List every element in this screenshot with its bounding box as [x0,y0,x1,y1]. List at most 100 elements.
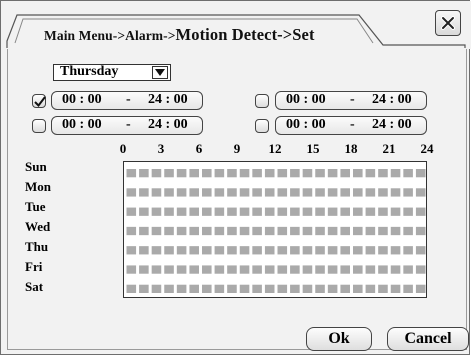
schedule-cell[interactable] [302,246,313,255]
schedule-cell[interactable] [239,246,250,255]
schedule-cell[interactable] [290,188,300,197]
schedule-cell[interactable] [252,207,262,216]
schedule-cell[interactable] [378,226,388,236]
schedule-cell[interactable] [176,207,187,216]
schedule-cell[interactable] [302,169,313,178]
schedule-cell[interactable] [164,226,174,236]
schedule-cell[interactable] [227,265,237,274]
schedule-cell[interactable] [277,246,288,255]
schedule-cell[interactable] [151,284,162,293]
schedule-cell[interactable] [390,226,401,236]
schedule-cell[interactable] [139,246,149,255]
period-3-time-range[interactable]: 00 : 00 - 24 : 00 [275,91,427,110]
schedule-grid[interactable] [123,161,427,298]
schedule-cell[interactable] [126,265,137,274]
schedule-cell[interactable] [239,188,250,197]
schedule-cell[interactable] [252,265,262,274]
schedule-cell[interactable] [189,207,199,216]
schedule-cell[interactable] [214,169,225,178]
period-2-time-range[interactable]: 00 : 00 - 24 : 00 [51,116,203,135]
schedule-cell[interactable] [264,284,275,293]
schedule-cell[interactable] [290,169,300,178]
schedule-cell[interactable] [227,207,237,216]
dropdown-arrow-button[interactable] [152,66,168,79]
schedule-cell[interactable] [164,265,174,274]
schedule-cell[interactable] [315,188,325,197]
schedule-cell[interactable] [227,284,237,293]
period-1-start[interactable]: 00 : 00 [62,92,102,108]
schedule-cell[interactable] [239,169,250,178]
cancel-button[interactable]: Cancel [387,327,469,351]
schedule-cell[interactable] [378,188,388,197]
schedule-cell[interactable] [227,246,237,255]
schedule-cell[interactable] [139,169,149,178]
schedule-cell[interactable] [390,188,401,197]
schedule-cell[interactable] [176,188,187,197]
schedule-cell[interactable] [415,169,426,178]
period-2-end[interactable]: 24 : 00 [148,117,188,133]
schedule-cell[interactable] [378,265,388,274]
schedule-cell[interactable] [277,207,288,216]
schedule-cell[interactable] [403,188,413,197]
schedule-cell[interactable] [378,169,388,178]
schedule-cell[interactable] [315,207,325,216]
schedule-cell[interactable] [315,246,325,255]
schedule-cell[interactable] [302,188,313,197]
schedule-cell[interactable] [365,284,376,293]
schedule-cell[interactable] [151,265,162,274]
schedule-cell[interactable] [164,169,174,178]
schedule-cell[interactable] [390,284,401,293]
schedule-cell[interactable] [176,169,187,178]
schedule-cell[interactable] [139,265,149,274]
schedule-cell[interactable] [302,207,313,216]
schedule-cell[interactable] [126,226,137,236]
schedule-cell[interactable] [340,246,350,255]
schedule-cell[interactable] [327,169,338,178]
schedule-cell[interactable] [264,246,275,255]
schedule-cell[interactable] [151,207,162,216]
schedule-cell[interactable] [239,207,250,216]
schedule-cell[interactable] [403,284,413,293]
schedule-cell[interactable] [264,207,275,216]
period-4-time-range[interactable]: 00 : 00 - 24 : 00 [275,116,427,135]
schedule-cell[interactable] [214,188,225,197]
schedule-cell[interactable] [264,169,275,178]
schedule-cell[interactable] [290,226,300,236]
schedule-cell[interactable] [327,284,338,293]
schedule-cell[interactable] [365,207,376,216]
schedule-cell[interactable] [252,188,262,197]
schedule-cell[interactable] [365,169,376,178]
schedule-cell[interactable] [151,169,162,178]
schedule-cell[interactable] [340,188,350,197]
schedule-cell[interactable] [252,246,262,255]
schedule-cell[interactable] [378,207,388,216]
schedule-cell[interactable] [340,265,350,274]
schedule-cell[interactable] [227,169,237,178]
schedule-cell[interactable] [415,265,426,274]
period-1-checkbox[interactable] [32,94,46,108]
schedule-cell[interactable] [340,169,350,178]
schedule-cell[interactable] [164,246,174,255]
close-button[interactable] [435,10,461,36]
schedule-cell[interactable] [202,188,212,197]
schedule-cell[interactable] [340,226,350,236]
schedule-cell[interactable] [277,284,288,293]
schedule-cell[interactable] [353,265,363,274]
schedule-cell[interactable] [315,265,325,274]
period-3-checkbox[interactable] [255,94,269,108]
schedule-cell[interactable] [214,207,225,216]
schedule-cell[interactable] [327,226,338,236]
schedule-cell[interactable] [126,169,137,178]
period-2-checkbox[interactable] [32,119,46,133]
schedule-cell[interactable] [315,284,325,293]
schedule-cell[interactable] [202,169,212,178]
schedule-cell[interactable] [202,246,212,255]
schedule-cell[interactable] [302,265,313,274]
schedule-cell[interactable] [403,207,413,216]
schedule-cell[interactable] [139,188,149,197]
schedule-cell[interactable] [227,226,237,236]
period-2-start[interactable]: 00 : 00 [62,117,102,133]
schedule-cell[interactable] [290,246,300,255]
schedule-cell[interactable] [176,265,187,274]
schedule-cell[interactable] [403,226,413,236]
